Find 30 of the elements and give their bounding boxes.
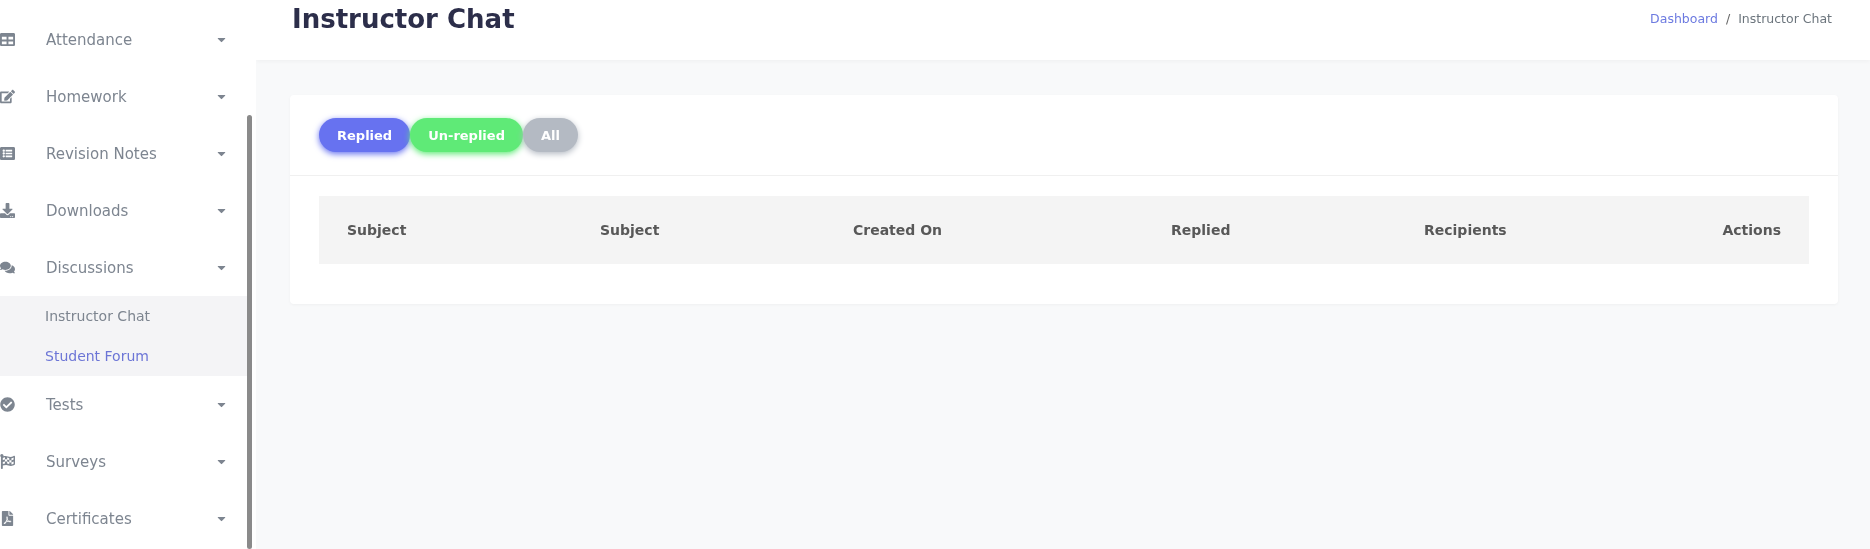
column-header: Replied — [1171, 222, 1232, 238]
checkered-flag-icon — [0, 454, 15, 469]
column-header: Subject — [347, 222, 408, 238]
column-header: Created On — [853, 222, 944, 238]
sidebar-item[interactable]: Surveys — [0, 433, 256, 490]
sidebar-item[interactable]: Tests — [0, 376, 256, 433]
submenu-item[interactable]: Instructor Chat — [0, 296, 250, 336]
page-title: Instructor Chat — [292, 4, 515, 34]
column-header: Subject — [600, 222, 661, 238]
column-header: Recipients — [1424, 222, 1508, 238]
download-icon — [0, 203, 15, 218]
filter-button[interactable]: Replied — [319, 118, 411, 152]
submenu-item[interactable]: Student Forum — [0, 336, 250, 376]
sidebar-item[interactable]: Certificates — [0, 490, 256, 547]
sidebar-item[interactable]: Attendance — [0, 11, 256, 68]
sidebar-item[interactable]: Homework — [0, 68, 256, 125]
sidebar-item[interactable]: Discussions — [0, 239, 256, 296]
breadcrumb-separator: / — [1725, 11, 1731, 26]
breadcrumb-current: Instructor Chat — [1738, 11, 1832, 26]
pdf-file-icon — [0, 511, 15, 526]
scrollbar[interactable] — [247, 115, 252, 549]
list-icon — [0, 146, 15, 161]
table-icon — [0, 32, 15, 47]
filter-button[interactable]: All — [522, 118, 578, 152]
column-header: Actions — [1721, 222, 1781, 238]
sidebar-item[interactable]: Downloads — [0, 182, 256, 239]
sidebar-item[interactable]: Revision Notes — [0, 125, 256, 182]
edit-icon — [0, 89, 15, 104]
breadcrumb-link[interactable]: Dashboard — [1650, 11, 1718, 26]
chat-icon — [0, 260, 15, 275]
